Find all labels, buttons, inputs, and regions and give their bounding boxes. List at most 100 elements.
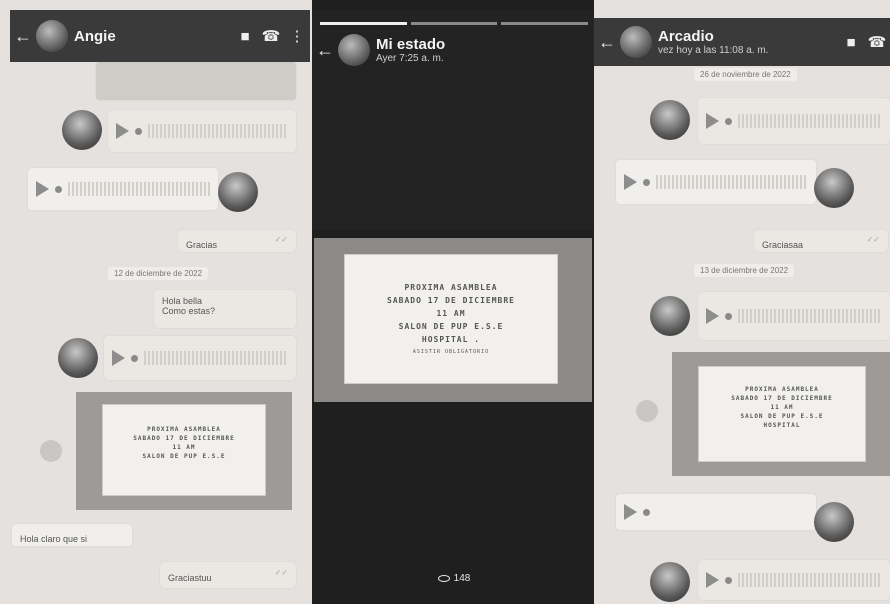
voice-message[interactable]	[698, 292, 890, 340]
flyer-line: PROXIMA ASAMBLEA	[745, 386, 819, 393]
play-icon[interactable]	[36, 181, 49, 197]
status-screenshot: ← Mi estado Ayer 7:25 a. m. PROXIMA ASAM…	[312, 0, 596, 604]
left-chat-header: ← Angie ■ ☎ ⋮	[10, 10, 310, 62]
date-divider: 12 de diciembre de 2022	[108, 267, 209, 280]
voice-avatar	[58, 338, 98, 378]
message-bubble[interactable]: Graciastuu ✓✓	[160, 562, 296, 588]
flyer-footer: ASISTIR OBLIGATORIO	[412, 349, 490, 355]
message-text: Graciasaa	[762, 240, 804, 250]
right-chat-header: ← Arcadio vez hoy a las 11:08 a. m. ■ ☎	[594, 18, 890, 66]
voice-avatar	[650, 100, 690, 140]
left-chat-screenshot: ← Angie ■ ☎ ⋮ Gracias ✓✓ 12 de diciembre…	[0, 0, 316, 604]
flyer-line: 11 AM	[436, 309, 466, 318]
play-icon[interactable]	[706, 113, 719, 129]
video-call-icon[interactable]: ■	[232, 28, 258, 45]
status-avatar	[338, 34, 370, 66]
scrub-dot[interactable]	[55, 185, 62, 193]
voice-avatar	[218, 172, 258, 212]
contact-name[interactable]: Angie	[74, 28, 232, 45]
voice-message-in[interactable]	[28, 168, 218, 210]
flyer-line: HOSPITAL	[763, 422, 801, 429]
flyer-line: 11 AM	[172, 444, 196, 451]
contact-name[interactable]: Arcadio	[658, 28, 838, 45]
message-bubble[interactable]: Gracias ✓✓	[178, 230, 296, 252]
contact-avatar[interactable]	[36, 20, 68, 52]
contact-avatar[interactable]	[620, 26, 652, 58]
voice-message-in[interactable]	[616, 160, 816, 204]
views-number: 148	[453, 573, 471, 584]
waveform	[738, 114, 882, 128]
flyer-line: PROXIMA ASAMBLEA	[404, 283, 498, 292]
waveform	[656, 175, 808, 189]
scrub-dot[interactable]	[135, 127, 142, 135]
more-icon[interactable]: ⋮	[284, 27, 310, 45]
eye-icon	[437, 574, 450, 582]
voice-message-in[interactable]	[616, 494, 816, 530]
waveform	[148, 124, 288, 138]
status-header: ← Mi estado Ayer 7:25 a. m.	[312, 30, 596, 70]
message-bubble[interactable]: Graciasaa ✓✓	[754, 230, 888, 252]
message-text: Hola bella	[162, 296, 203, 306]
read-receipt-icon: ✓✓	[274, 568, 288, 577]
voice-message[interactable]	[698, 560, 890, 600]
voice-message[interactable]	[108, 110, 296, 152]
back-arrow-icon[interactable]: ←	[312, 40, 338, 61]
status-image-message[interactable]: PROXIMA ASAMBLEA SABADO 17 DE DICIEMBRE …	[672, 352, 890, 476]
scrub-dot[interactable]	[725, 312, 732, 320]
voice-message[interactable]	[698, 98, 890, 144]
flyer-line: SABADO 17 DE DICIEMBRE	[731, 395, 833, 402]
status-progress-bars	[320, 22, 589, 25]
message-text: Hola claro que si	[20, 534, 88, 544]
flyer-line: SABADO 17 DE DICIEMBRE	[133, 435, 235, 442]
read-receipt-icon: ✓✓	[274, 235, 288, 244]
flyer-card: PROXIMA ASAMBLEA SABADO 17 DE DICIEMBRE …	[344, 254, 558, 384]
voice-avatar	[62, 110, 102, 150]
voice-message[interactable]	[104, 336, 296, 380]
waveform	[144, 351, 288, 365]
flyer-line: HOSPITAL .	[421, 335, 481, 344]
play-icon[interactable]	[706, 308, 719, 324]
play-icon[interactable]	[116, 123, 129, 139]
flyer-line: 11 AM	[770, 404, 794, 411]
phone-icon[interactable]: ☎	[864, 33, 890, 51]
scrub-dot[interactable]	[725, 576, 732, 584]
voice-avatar	[814, 168, 854, 208]
play-icon[interactable]	[112, 350, 125, 366]
views-count[interactable]: 148	[312, 573, 596, 584]
waveform	[738, 309, 882, 323]
waveform	[68, 182, 210, 196]
scrub-dot[interactable]	[643, 508, 650, 516]
message-text: Graciastuu	[168, 573, 212, 583]
voice-avatar	[650, 296, 690, 336]
voice-avatar	[814, 502, 854, 542]
flyer-line: SALON DE PUP E.S.E	[142, 453, 226, 460]
flyer-line: SALON DE PUP E.S.E	[398, 322, 504, 331]
scrub-dot[interactable]	[643, 178, 650, 186]
waveform	[738, 573, 882, 587]
image-message-partial[interactable]	[96, 62, 296, 100]
message-text: Gracias	[186, 240, 218, 250]
play-icon[interactable]	[624, 504, 637, 520]
right-chat-screenshot: ← Arcadio vez hoy a las 11:08 a. m. ■ ☎ …	[594, 0, 890, 604]
message-text: Como estas?	[162, 306, 216, 316]
flyer-line: SABADO 17 DE DICIEMBRE	[387, 296, 515, 305]
status-time: Ayer 7:25 a. m.	[376, 53, 444, 64]
play-icon[interactable]	[706, 572, 719, 588]
back-arrow-icon[interactable]: ←	[594, 32, 620, 53]
scrub-dot[interactable]	[725, 117, 732, 125]
message-bubble[interactable]: Hola bella Como estas?	[154, 290, 296, 328]
message-bubble[interactable]: Hola claro que si	[12, 524, 132, 546]
scrub-dot[interactable]	[131, 354, 138, 362]
status-flyer: PROXIMA ASAMBLEA SABADO 17 DE DICIEMBRE …	[314, 238, 592, 402]
voice-avatar	[650, 562, 690, 602]
phone-icon[interactable]: ☎	[258, 27, 284, 45]
date-divider: 26 de noviembre de 2022	[694, 68, 797, 81]
video-call-icon[interactable]: ■	[838, 34, 864, 51]
date-divider: 13 de diciembre de 2022	[694, 264, 795, 277]
play-icon[interactable]	[624, 174, 637, 190]
read-receipt-icon: ✓✓	[866, 235, 880, 244]
forward-icon[interactable]	[40, 440, 62, 462]
forward-icon[interactable]	[636, 400, 658, 422]
back-arrow-icon[interactable]: ←	[10, 26, 36, 47]
status-image-message[interactable]: PROXIMA ASAMBLEA SABADO 17 DE DICIEMBRE …	[76, 392, 292, 510]
